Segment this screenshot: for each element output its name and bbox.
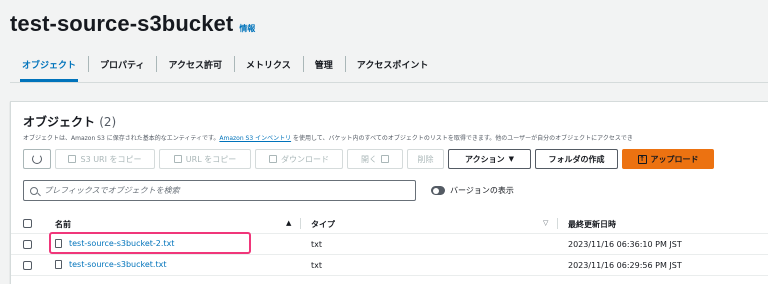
delete-button[interactable]: 削除 xyxy=(407,149,444,169)
delete-label: 削除 xyxy=(417,154,434,164)
page-header: test-source-s3bucket 情報 xyxy=(10,11,255,37)
search-placeholder: プレフィックスでオブジェクトを検索 xyxy=(44,186,180,195)
panel-title: オブジェクト (2) xyxy=(23,113,116,130)
upload-icon: ↑ xyxy=(637,154,647,164)
table-row[interactable]: test-source-s3bucket.txt txt 2023/11/16 … xyxy=(11,255,768,276)
refresh-button[interactable] xyxy=(23,149,51,169)
open-button[interactable]: 開く xyxy=(347,149,403,169)
file-modified: 2023/11/16 06:29:56 PM JST xyxy=(568,261,682,270)
page-title: test-source-s3bucket xyxy=(10,11,234,36)
copy-icon xyxy=(68,155,77,163)
copy-s3-uri-label: S3 URI をコピー xyxy=(80,154,142,164)
tab-properties[interactable]: プロパティ xyxy=(88,50,156,78)
tab-objects[interactable]: オブジェクト xyxy=(10,50,88,82)
actions-label: アクション xyxy=(465,154,505,164)
inventory-link[interactable]: Amazon S3 インベントリ xyxy=(219,135,291,142)
search-icon xyxy=(30,186,38,195)
create-folder-label: フォルダの作成 xyxy=(548,154,605,164)
column-modified[interactable]: 最終更新日時 xyxy=(568,219,616,230)
column-name[interactable]: 名前 xyxy=(55,219,71,230)
file-type: txt xyxy=(311,261,323,270)
row-checkbox[interactable] xyxy=(23,261,32,270)
file-name: test-source-s3bucket.txt xyxy=(69,260,167,269)
tab-permissions[interactable]: アクセス許可 xyxy=(156,50,234,78)
refresh-icon xyxy=(32,154,42,164)
sort-ascending-icon[interactable]: ▲ xyxy=(286,219,291,227)
open-label: 開く xyxy=(361,154,377,164)
row-checkbox[interactable] xyxy=(23,240,32,249)
tab-access-points[interactable]: アクセスポイント xyxy=(344,50,441,78)
sort-icon[interactable]: ▽ xyxy=(543,219,548,227)
copy-url-button[interactable]: URL をコピー xyxy=(159,149,251,169)
tabs-divider xyxy=(10,82,768,83)
file-name-link[interactable]: test-source-s3bucket.txt xyxy=(55,260,166,269)
description-text: オブジェクトは、Amazon S3 に保存された基本的なエンティティです。 xyxy=(23,135,220,142)
panel-title-text: オブジェクト xyxy=(23,115,96,129)
toolbar: S3 URI をコピー URL をコピー ダウンロード 開く 削除 アクション ▼… xyxy=(23,149,714,169)
external-link-icon xyxy=(381,155,389,163)
copy-s3-uri-button[interactable]: S3 URI をコピー xyxy=(55,149,155,169)
file-modified: 2023/11/16 06:36:10 PM JST xyxy=(568,240,682,249)
highlight-box xyxy=(49,232,251,254)
file-icon xyxy=(55,260,62,269)
column-divider xyxy=(557,218,558,229)
copy-icon xyxy=(173,155,182,163)
tab-metrics[interactable]: メトリクス xyxy=(234,50,303,78)
download-label: ダウンロード xyxy=(281,154,329,164)
column-type[interactable]: タイプ xyxy=(311,219,335,230)
show-versions-toggle[interactable]: バージョンの表示 xyxy=(431,185,514,196)
search-input[interactable]: プレフィックスでオブジェクトを検索 xyxy=(23,180,416,201)
upload-button[interactable]: ↑ アップロード xyxy=(622,149,714,169)
select-all-checkbox[interactable] xyxy=(23,219,32,228)
table-header: 名前 ▲ タイプ ▽ 最終更新日時 xyxy=(11,213,768,234)
column-divider xyxy=(300,218,301,229)
tab-management[interactable]: 管理 xyxy=(302,50,345,78)
create-folder-button[interactable]: フォルダの作成 xyxy=(535,149,618,169)
caret-down-icon: ▼ xyxy=(508,155,514,163)
info-link[interactable]: 情報 xyxy=(239,23,255,34)
actions-dropdown[interactable]: アクション ▼ xyxy=(448,149,531,169)
file-type: txt xyxy=(311,240,323,249)
upload-label: アップロード xyxy=(650,154,699,164)
toggle-switch-icon[interactable] xyxy=(431,186,445,195)
objects-panel: オブジェクト (2) オブジェクトは、Amazon S3 に保存された基本的なエ… xyxy=(10,101,768,284)
copy-url-label: URL をコピー xyxy=(185,154,237,164)
description-text-2: を使用して、バケット内のすべてのオブジェクトのリストを取得できます。他のユーザー… xyxy=(291,135,633,142)
download-icon xyxy=(269,155,277,163)
show-versions-label: バージョンの表示 xyxy=(450,186,514,195)
panel-description: オブジェクトは、Amazon S3 に保存された基本的なエンティティです。Ama… xyxy=(23,133,633,142)
tab-bar: オブジェクト プロパティ アクセス許可 メトリクス 管理 アクセスポイント xyxy=(10,50,768,82)
object-count: (2) xyxy=(99,115,117,129)
download-button[interactable]: ダウンロード xyxy=(255,149,343,169)
